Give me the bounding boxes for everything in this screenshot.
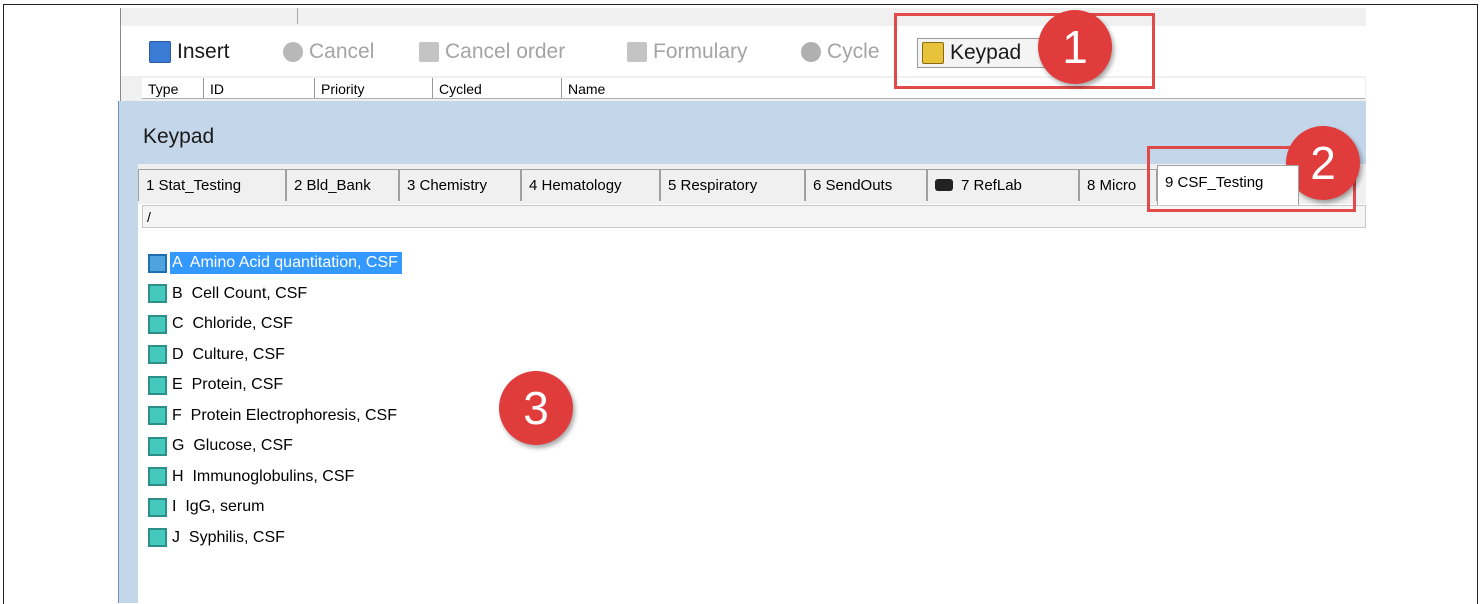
test-icon — [148, 345, 167, 365]
test-icon — [148, 467, 167, 487]
test-icon — [148, 528, 167, 548]
formulary-button[interactable]: Formulary — [627, 38, 748, 66]
insert-label: Insert — [177, 40, 230, 63]
cancel-button[interactable]: Cancel — [283, 38, 374, 66]
test-icon — [148, 284, 167, 304]
binoculars-icon — [935, 179, 953, 191]
keypad-item-cell-count[interactable]: B Cell Count, CSF — [148, 279, 402, 310]
keypad-item-immunoglobulins[interactable]: H Immunoglobulins, CSF — [148, 462, 402, 493]
column-header-type[interactable]: Type — [142, 78, 204, 98]
test-icon — [148, 406, 167, 426]
keypad-tab-bar: 1 Stat_Testing 2 Bld_Bank 3 Chemistry 4 … — [138, 164, 1366, 205]
column-header-cycled[interactable]: Cycled — [433, 78, 562, 98]
cycle-label: Cycle — [827, 40, 880, 63]
test-icon — [148, 436, 167, 456]
keypad-item-label: F Protein Electrophoresis, CSF — [172, 406, 397, 424]
tab-micro[interactable]: 8 Micro — [1079, 169, 1157, 201]
keypad-item-amino-acid[interactable]: A Amino Acid quantitation, CSF — [148, 248, 402, 279]
keypad-item-chloride[interactable]: C Chloride, CSF — [148, 309, 402, 340]
keypad-item-glucose[interactable]: G Glucose, CSF — [148, 431, 402, 462]
cancel-order-button[interactable]: Cancel order — [419, 38, 565, 66]
keypad-item-label: J Syphilis, CSF — [172, 528, 285, 546]
keypad-item-protein-electrophoresis[interactable]: F Protein Electrophoresis, CSF — [148, 401, 402, 432]
column-header-priority[interactable]: Priority — [315, 78, 433, 98]
cancel-icon — [283, 42, 303, 62]
tab-csf-testing[interactable]: 9 CSF_Testing — [1157, 165, 1299, 205]
cancel-label: Cancel — [309, 40, 375, 63]
keypad-item-label: C Chloride, CSF — [172, 315, 293, 333]
formulary-label: Formulary — [653, 40, 748, 63]
keypad-item-culture[interactable]: D Culture, CSF — [148, 340, 402, 371]
keypad-item-label: E Protein, CSF — [172, 376, 284, 394]
insert-button[interactable]: Insert — [149, 38, 230, 66]
keypad-item-label: H Immunoglobulins, CSF — [172, 467, 355, 485]
keypad-item-syphilis[interactable]: J Syphilis, CSF — [148, 523, 402, 554]
order-list-header: Type ID Priority Cycled Name — [142, 78, 1365, 99]
annotation-box-keypad-button — [894, 13, 1155, 89]
tab-respiratory[interactable]: 5 Respiratory — [660, 169, 805, 201]
cycle-icon — [801, 42, 821, 62]
column-header-id[interactable]: ID — [204, 78, 315, 98]
keypad-item-label: A Amino Acid quantitation, CSF — [170, 252, 402, 275]
test-icon — [148, 375, 167, 395]
keypad-item-label: D Culture, CSF — [172, 345, 285, 363]
formulary-icon — [627, 42, 647, 62]
keypad-body: 1 Stat_Testing 2 Bld_Bank 3 Chemistry 4 … — [138, 164, 1366, 603]
tab-hematology[interactable]: 4 Hematology — [521, 169, 660, 201]
tab-stub — [297, 8, 298, 24]
keypad-item-igg-serum[interactable]: I IgG, serum — [148, 492, 402, 523]
keypad-item-label: B Cell Count, CSF — [172, 284, 308, 302]
cancel-order-icon — [419, 42, 439, 62]
tab-chemistry[interactable]: 3 Chemistry — [399, 169, 521, 201]
keypad-title: Keypad — [143, 125, 215, 148]
keypad-item-protein[interactable]: E Protein, CSF — [148, 370, 402, 401]
toolbar: Insert Cancel Cancel order Formulary Cyc… — [121, 26, 1366, 76]
test-icon — [148, 497, 167, 517]
insert-icon — [149, 41, 171, 63]
tab-reflab-label: 7 RefLab — [961, 177, 1022, 194]
keypad-item-label: I IgG, serum — [172, 498, 265, 516]
cancel-order-label: Cancel order — [445, 40, 566, 63]
keypad-item-label: G Glucose, CSF — [172, 437, 293, 455]
tab-bld-bank[interactable]: 2 Bld_Bank — [286, 169, 399, 201]
tab-stat-testing[interactable]: 1 Stat_Testing — [138, 169, 286, 201]
keypad-window: Keypad 1 Stat_Testing 2 Bld_Bank 3 Chemi… — [118, 101, 1366, 603]
tab-reflab[interactable]: 7 RefLab — [927, 169, 1079, 201]
step-badge-1: 1 — [1038, 10, 1112, 84]
test-icon — [148, 253, 167, 273]
cycle-button[interactable]: Cycle — [801, 38, 880, 66]
top-tab-strip — [121, 8, 1366, 24]
tab-sendouts[interactable]: 6 SendOuts — [805, 169, 927, 201]
keypad-item-list: A Amino Acid quantitation, CSF B Cell Co… — [148, 248, 402, 553]
step-badge-3: 3 — [499, 371, 573, 445]
test-icon — [148, 314, 167, 334]
